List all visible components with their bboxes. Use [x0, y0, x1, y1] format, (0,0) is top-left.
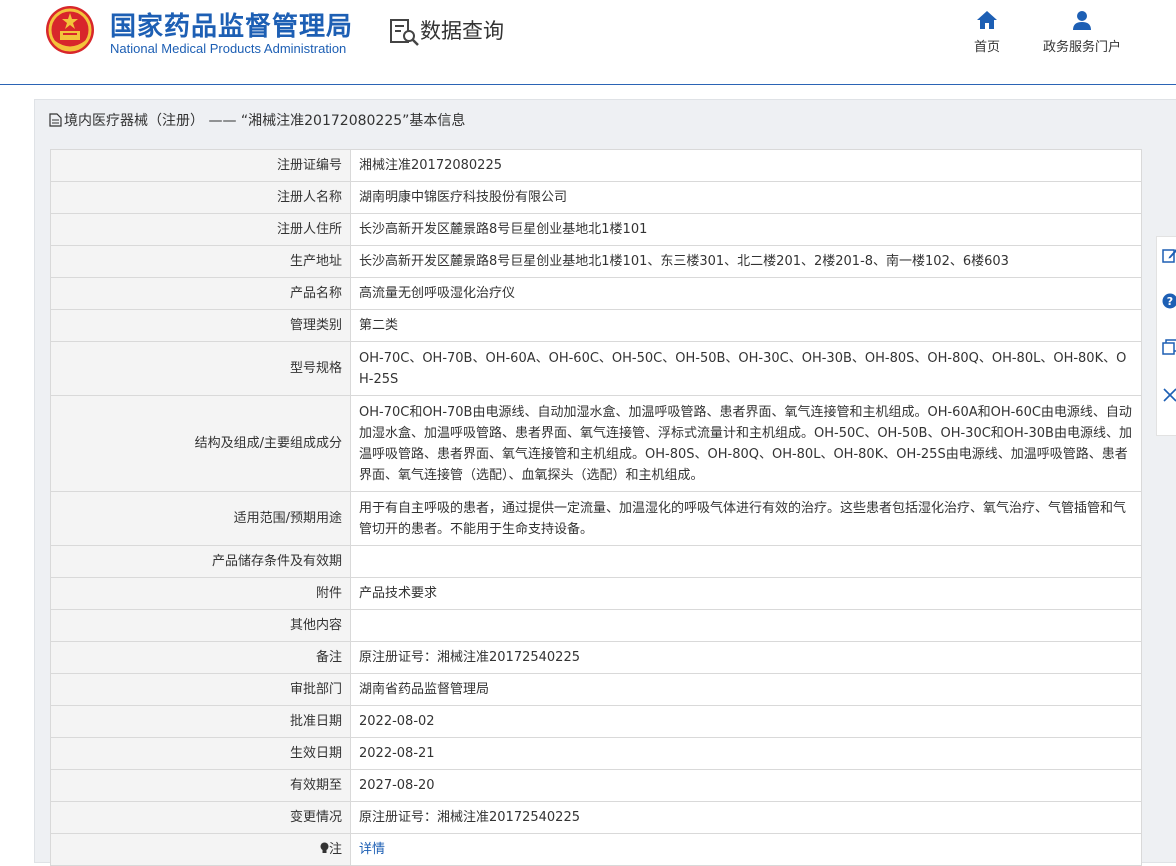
side-toolbar: ? [1156, 236, 1176, 436]
row-value: OH-70C和OH-70B由电源线、自动加湿水盒、加温呼吸管路、患者界面、氧气连… [351, 396, 1142, 492]
table-row: 注册人住所长沙高新开发区麓景路8号巨星创业基地北1楼101 [51, 214, 1142, 246]
device-info-panel: 境内医疗器械（注册） —— “湘械注准20172080225”基本信息 注册证编… [34, 99, 1176, 863]
panel-title: 境内医疗器械（注册） —— “湘械注准20172080225”基本信息 [49, 110, 465, 130]
panel-title-text: 境内医疗器械（注册） —— “湘械注准20172080225”基本信息 [64, 113, 465, 129]
data-query-icon [389, 18, 421, 46]
table-row: 备注原注册证号：湘械注准20172540225 [51, 642, 1142, 674]
document-icon [49, 113, 62, 127]
row-label: 结构及组成/主要组成成分 [51, 396, 351, 492]
row-value: 2027-08-20 [351, 770, 1142, 802]
row-value [351, 546, 1142, 578]
table-row: 注册证编号湘械注准20172080225 [51, 150, 1142, 182]
note-label: 注 [329, 842, 342, 857]
nav-home-label: 首页 [974, 40, 1000, 55]
row-label: 生产地址 [51, 246, 351, 278]
row-label: 产品储存条件及有效期 [51, 546, 351, 578]
row-value: OH-70C、OH-70B、OH-60A、OH-60C、OH-50C、OH-50… [351, 342, 1142, 396]
row-value: 湖南明康中锦医疗科技股份有限公司 [351, 182, 1142, 214]
row-value: 产品技术要求 [351, 578, 1142, 610]
row-label: 产品名称 [51, 278, 351, 310]
table-row: 附件产品技术要求 [51, 578, 1142, 610]
table-row: 有效期至2027-08-20 [51, 770, 1142, 802]
row-value: 长沙高新开发区麓景路8号巨星创业基地北1楼101 [351, 214, 1142, 246]
table-row: 管理类别第二类 [51, 310, 1142, 342]
nav-service-portal-link[interactable]: 政务服务门户 [1035, 10, 1129, 55]
row-label: 批准日期 [51, 706, 351, 738]
brand-title-en: National Medical Products Administration [110, 41, 346, 56]
row-value: 原注册证号：湘械注准20172540225 [351, 802, 1142, 834]
row-label: 注册人住所 [51, 214, 351, 246]
row-value: 第二类 [351, 310, 1142, 342]
table-row: 适用范围/预期用途用于有自主呼吸的患者，通过提供一定流量、加温湿化的呼吸气体进行… [51, 492, 1142, 546]
row-value: 用于有自主呼吸的患者，通过提供一定流量、加温湿化的呼吸气体进行有效的治疗。这些患… [351, 492, 1142, 546]
row-label: 附件 [51, 578, 351, 610]
row-label: 注册人名称 [51, 182, 351, 214]
row-value: 2022-08-02 [351, 706, 1142, 738]
row-label: 管理类别 [51, 310, 351, 342]
table-row: 型号规格OH-70C、OH-70B、OH-60A、OH-60C、OH-50C、O… [51, 342, 1142, 396]
row-label: 有效期至 [51, 770, 351, 802]
site-header: 国家药品监督管理局 National Medical Products Admi… [0, 0, 1176, 85]
table-row: 产品储存条件及有效期 [51, 546, 1142, 578]
row-label: 审批部门 [51, 674, 351, 706]
row-value: 长沙高新开发区麓景路8号巨星创业基地北1楼101、东三楼301、北二楼201、2… [351, 246, 1142, 278]
table-row: 审批部门湖南省药品监督管理局 [51, 674, 1142, 706]
page-title: 数据查询 [420, 15, 504, 45]
info-table: 注册证编号湘械注准20172080225 注册人名称湖南明康中锦医疗科技股份有限… [50, 149, 1142, 866]
row-label: 备注 [51, 642, 351, 674]
home-icon [976, 10, 998, 30]
table-row: 批准日期2022-08-02 [51, 706, 1142, 738]
row-value [351, 610, 1142, 642]
copy-icon[interactable] [1162, 339, 1176, 355]
table-row: 产品名称高流量无创呼吸湿化治疗仪 [51, 278, 1142, 310]
table-row: 生效日期2022-08-21 [51, 738, 1142, 770]
close-icon[interactable] [1162, 387, 1176, 403]
row-label: 变更情况 [51, 802, 351, 834]
row-value: 湖南省药品监督管理局 [351, 674, 1142, 706]
row-label: 适用范围/预期用途 [51, 492, 351, 546]
table-row: 生产地址长沙高新开发区麓景路8号巨星创业基地北1楼101、东三楼301、北二楼2… [51, 246, 1142, 278]
user-icon [1071, 10, 1093, 30]
table-row: 结构及组成/主要组成成分OH-70C和OH-70B由电源线、自动加湿水盒、加温呼… [51, 396, 1142, 492]
row-value: 2022-08-21 [351, 738, 1142, 770]
brand-title-cn: 国家药品监督管理局 [110, 6, 353, 43]
help-icon[interactable]: ? [1162, 293, 1176, 309]
details-link[interactable]: 详情 [359, 842, 385, 857]
row-value: 湘械注准20172080225 [351, 150, 1142, 182]
row-value: 原注册证号：湘械注准20172540225 [351, 642, 1142, 674]
row-label: 生效日期 [51, 738, 351, 770]
lightbulb-icon [320, 842, 329, 854]
edit-icon[interactable] [1162, 247, 1176, 263]
table-row: 其他内容 [51, 610, 1142, 642]
row-label: 其他内容 [51, 610, 351, 642]
nav-portal-label: 政务服务门户 [1043, 40, 1121, 55]
row-label: 型号规格 [51, 342, 351, 396]
table-row: 变更情况原注册证号：湘械注准20172540225 [51, 802, 1142, 834]
row-label: 注册证编号 [51, 150, 351, 182]
svg-text:?: ? [1167, 295, 1173, 308]
row-value: 高流量无创呼吸湿化治疗仪 [351, 278, 1142, 310]
table-row: 注册人名称湖南明康中锦医疗科技股份有限公司 [51, 182, 1142, 214]
nav-home-link[interactable]: 首页 [966, 10, 1008, 55]
national-emblem-icon [44, 4, 96, 56]
